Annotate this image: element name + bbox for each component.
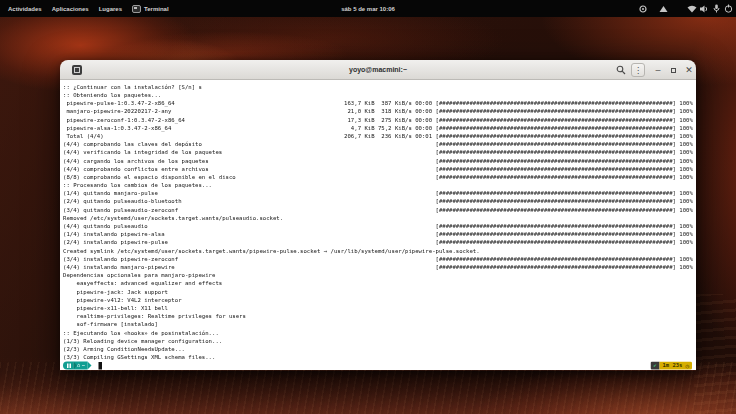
- prompt-os-segment: [63, 362, 74, 370]
- terminal-line: pipewire-alsa-1:0.3.47-2-x86_64 4,7 KiB …: [63, 124, 696, 132]
- terminal-line: Dependencias opcionales para manjaro-pip…: [63, 271, 696, 279]
- terminal-line: pipewire-jack: Jack support: [63, 288, 696, 296]
- window-title: yoyo@macmini:~: [60, 66, 696, 73]
- applications-menu[interactable]: Aplicaciones: [47, 0, 94, 17]
- prompt-status-area: ✔ 1m 23s◷: [650, 362, 692, 370]
- manjaro-icon: [67, 363, 69, 368]
- terminal-line: sof-firmware [instalado]: [63, 321, 696, 329]
- microphone-icon: [713, 4, 720, 13]
- menu-button[interactable]: ⋮: [631, 63, 645, 77]
- terminal-line: easyeffects: advanced equalizer and effe…: [63, 280, 696, 288]
- terminal-line: manjaro-pipewire-20220217-2-any 21,0 KiB…: [63, 108, 696, 116]
- terminal-line: (1/4) instalando pipewire-alsa [########…: [63, 231, 696, 239]
- terminal-line: Removed /etc/systemd/user/sockets.target…: [63, 214, 696, 222]
- system-status-area[interactable]: [639, 0, 736, 17]
- activities-button[interactable]: Actividades: [3, 0, 47, 17]
- terminal-line: (8/8) comprobando el espacio disponible …: [63, 173, 696, 181]
- duration-segment: 1m 23s◷: [660, 362, 692, 370]
- gnome-top-bar: Actividades Aplicaciones Lugares Termina…: [0, 0, 736, 17]
- places-menu[interactable]: Lugares: [94, 0, 127, 17]
- terminal-line: (4/4) quitando pulseaudio [#############…: [63, 222, 696, 230]
- minimize-button[interactable]: –: [651, 63, 665, 77]
- terminal-line: (1/3) Reloading device manager configura…: [63, 337, 696, 345]
- check-icon: ✔: [653, 362, 656, 370]
- powerline-arrow-icon: [88, 362, 92, 370]
- search-button[interactable]: [614, 63, 628, 77]
- wifi-icon: [687, 5, 697, 13]
- terminal-line: (3/3) Compiling GSettings XML schema fil…: [63, 353, 696, 361]
- terminal-line: :: ¿Continuar con la instalación? [S/n] …: [63, 83, 696, 91]
- notification-icon: [639, 5, 647, 13]
- terminal-screen[interactable]: :: ¿Continuar con la instalación? [S/n] …: [60, 80, 696, 370]
- terminal-line: (4/4) comprobando conflictos entre archi…: [63, 165, 696, 173]
- terminal-line: Created symlink /etc/systemd/user/socket…: [63, 247, 696, 255]
- terminal-line: :: Procesando los cambios de los paquete…: [63, 181, 696, 189]
- terminal-line: (4/4) cargando los archivos de los paque…: [63, 157, 696, 165]
- volume-icon: [700, 5, 709, 13]
- updates-icon: [659, 5, 668, 13]
- status-check-segment: ✔: [650, 362, 659, 370]
- terminal-line: (4/4) instalando manjaro-pipewire [#####…: [63, 263, 696, 271]
- clock-icon: ◷: [685, 362, 689, 370]
- terminal-line: pipewire-zeroconf-1:0.3.47-2-x86_64 17,3…: [63, 116, 696, 124]
- terminal-output: :: ¿Continuar con la instalación? [S/n] …: [63, 83, 696, 362]
- terminal-line: Total (4/4) 206,7 KiB 236 KiB/s 00:01 [#…: [63, 132, 696, 140]
- clock[interactable]: sáb 5 de mar 10:06: [341, 0, 395, 17]
- terminal-line: (2/3) Arming ConditionNeedsUpdate...: [63, 345, 696, 353]
- terminal-line: (1/4) quitando manjaro-pulse [##########…: [63, 190, 696, 198]
- home-icon: ⌂: [77, 362, 80, 370]
- terminal-line: :: Obteniendo los paquetes...: [63, 91, 696, 99]
- shell-prompt: ⌂ ~ ✔ 1m 23s◷: [63, 362, 694, 370]
- terminal-window: yoyo@macmini:~ ⋮ – ✕ :: ¿Continuar con l…: [60, 60, 696, 371]
- window-titlebar[interactable]: yoyo@macmini:~ ⋮ – ✕: [60, 60, 696, 80]
- maximize-button[interactable]: [666, 63, 680, 77]
- terminal-line: (4/4) verificando la integridad de los p…: [63, 149, 696, 157]
- terminal-line: (2/4) instalando pipewire-pulse [#######…: [63, 239, 696, 247]
- terminal-line: :: Ejecutando los «hooks» de posinstalac…: [63, 329, 696, 337]
- powerline-separator-icon: [74, 362, 78, 370]
- terminal-line: (2/4) quitando pulseaudio-bluetooth [###…: [63, 198, 696, 206]
- terminal-line: realtime-privileges: Realtime privileges…: [63, 312, 696, 320]
- terminal-line: pipewire-v4l2: V4L2 interceptor: [63, 296, 696, 304]
- terminal-app-icon: [132, 5, 141, 13]
- terminal-cursor: [99, 362, 103, 370]
- terminal-line: (4/4) comprobando las claves del depósit…: [63, 140, 696, 148]
- app-menu-terminal[interactable]: Terminal: [127, 0, 174, 17]
- close-button[interactable]: ✕: [682, 63, 696, 77]
- terminal-line: pipewire-pulse-1:0.3.47-2-x86_64 163,7 K…: [63, 99, 696, 107]
- terminal-line: (3/4) instalando pipewire-zeroconf [####…: [63, 255, 696, 263]
- terminal-line: pipewire-x11-bell: X11 bell: [63, 304, 696, 312]
- power-icon: [724, 4, 733, 13]
- terminal-line: (3/4) quitando pulseaudio-zeroconf [####…: [63, 206, 696, 214]
